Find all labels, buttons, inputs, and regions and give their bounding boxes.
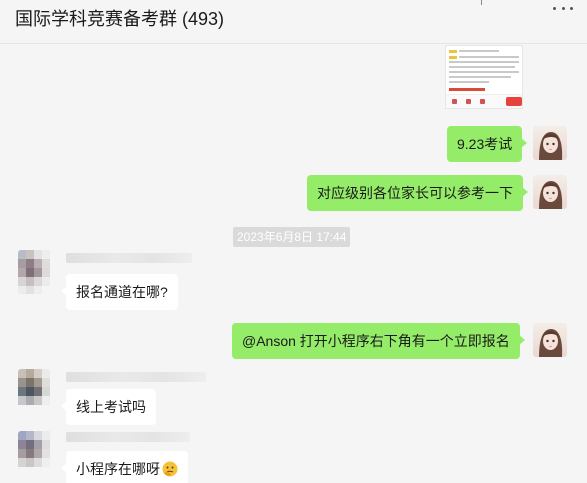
thinking-emoji-icon — [162, 461, 178, 477]
window-divider — [481, 0, 482, 5]
image-message-thumbnail[interactable] — [445, 45, 523, 109]
sender-avatar[interactable] — [18, 250, 52, 294]
my-avatar[interactable] — [533, 323, 567, 357]
sender-avatar[interactable] — [18, 431, 52, 475]
my-message-bubble[interactable]: 9.23考试 — [447, 126, 528, 162]
sender-name-blurred — [66, 432, 190, 442]
my-avatar[interactable] — [533, 126, 567, 160]
sender-avatar[interactable] — [18, 369, 52, 413]
my-avatar[interactable] — [533, 175, 567, 209]
my-message-bubble[interactable]: @Anson 打开小程序右下角有一个立即报名 — [232, 323, 525, 359]
my-message-bubble[interactable]: 对应级别各位家长可以参考一下 — [307, 175, 528, 211]
other-message-bubble[interactable]: 线上考试吗 — [61, 389, 156, 425]
other-message-bubble[interactable]: 小程序在哪呀 — [61, 451, 188, 483]
sender-name-blurred — [66, 372, 206, 382]
message-list[interactable]: 9.23考试 对应级别各位家长可以参考一下 2023年6月8日 17:44 报名… — [0, 45, 587, 483]
sender-name-blurred — [66, 253, 192, 263]
chat-header: 国际学科竞赛备考群 (493) — [0, 0, 587, 44]
message-text: 小程序在哪呀 — [76, 461, 160, 477]
more-options-icon[interactable] — [553, 0, 573, 10]
timestamp: 2023年6月8日 17:44 — [233, 227, 351, 247]
other-message-bubble[interactable]: 报名通道在哪? — [61, 274, 178, 310]
chat-title: 国际学科竞赛备考群 (493) — [15, 9, 225, 29]
